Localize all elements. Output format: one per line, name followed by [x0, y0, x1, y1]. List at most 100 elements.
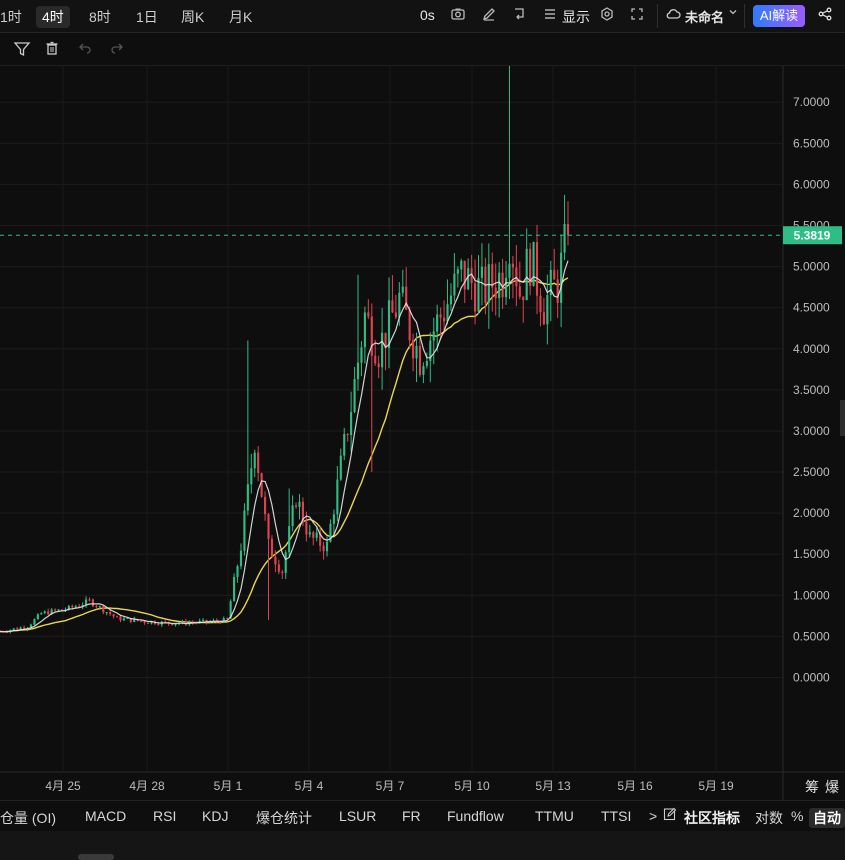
timeframe-month[interactable]: 月K: [229, 7, 252, 27]
candle-body: [281, 571, 284, 573]
community-indicators[interactable]: 社区指标: [684, 808, 740, 828]
auto-scale-toggle[interactable]: 自动: [809, 808, 845, 828]
share-icon[interactable]: [816, 6, 834, 24]
resize-handle[interactable]: [78, 854, 114, 860]
filter-icon[interactable]: [13, 40, 31, 58]
replay-icon[interactable]: [510, 6, 528, 24]
candle-body: [498, 272, 501, 299]
candle-body: [277, 564, 280, 572]
undo-icon[interactable]: [76, 40, 94, 58]
candle-body: [308, 532, 311, 535]
cloud-icon: [664, 6, 682, 24]
candle-body: [43, 611, 46, 614]
edit-icon[interactable]: [661, 807, 679, 825]
x-tick-label: 5月 4: [295, 779, 324, 793]
camera-icon[interactable]: [449, 6, 467, 24]
indicator-kdj[interactable]: KDJ: [202, 808, 228, 824]
candle-body: [336, 479, 339, 515]
candle-body: [322, 545, 325, 552]
candle-body: [532, 242, 535, 286]
timeframe-1d[interactable]: 1日: [136, 7, 158, 27]
panel-collapse-handle[interactable]: [840, 400, 845, 436]
display-button[interactable]: 显示: [562, 7, 590, 27]
timeframe-week[interactable]: 周K: [181, 7, 204, 27]
drawing-toolbar: [0, 33, 845, 66]
percent-scale-toggle[interactable]: %: [791, 808, 803, 824]
candle-body: [284, 552, 287, 573]
indicator-lsur[interactable]: LSUR: [339, 808, 376, 824]
y-tick-label: 1.0000: [793, 588, 830, 602]
candle-body: [439, 314, 442, 318]
y-tick-label: 1.5000: [793, 547, 830, 561]
x-tick-label: 5月 16: [617, 779, 653, 793]
candle-body: [418, 345, 422, 375]
indicator-ttsi[interactable]: TTSI: [601, 808, 631, 824]
candle-body: [542, 312, 545, 325]
candle-body: [250, 468, 253, 485]
indicator-fundflow[interactable]: Fundflow: [447, 808, 504, 824]
x-tick-label: 5月 13: [535, 779, 571, 793]
y-tick-label: 4.0000: [793, 342, 830, 356]
candle-body: [16, 628, 19, 630]
candle-body: [174, 623, 177, 626]
candle-body: [391, 300, 394, 313]
candle-body: [263, 496, 267, 515]
candle-body: [305, 522, 308, 535]
candle-body: [119, 616, 122, 621]
axis-side-label: 筹: [805, 779, 819, 795]
candle-body: [553, 269, 556, 280]
candle-body: [294, 505, 298, 507]
timeframe-1h[interactable]: 1时: [0, 7, 22, 27]
indicator-liquidation[interactable]: 爆仓统计: [256, 808, 312, 828]
layout-name[interactable]: 未命名: [685, 7, 724, 26]
timeframe-4h[interactable]: 4时: [36, 6, 70, 28]
candle-body: [233, 577, 236, 602]
candle-body: [325, 541, 329, 552]
candle-body: [467, 268, 470, 290]
candle-body: [122, 618, 125, 621]
candle-body: [387, 300, 391, 348]
candle-body: [239, 550, 243, 567]
candlestick-chart[interactable]: 8.00007.50007.00006.50006.00005.50005.00…: [0, 66, 845, 800]
candle-body: [432, 331, 435, 341]
y-tick-label: 4.5000: [793, 301, 830, 315]
y-tick-label: 6.5000: [793, 136, 830, 150]
menu-icon[interactable]: [541, 6, 559, 24]
timeframe-8h[interactable]: 8时: [89, 7, 111, 27]
candle-body: [377, 363, 380, 368]
candle-body: [88, 599, 91, 601]
indicator-macd[interactable]: MACD: [85, 808, 126, 824]
candle-body: [74, 606, 77, 608]
candle-body: [556, 279, 559, 303]
candle-body: [504, 277, 508, 298]
indicator-oi[interactable]: 仓量 (OI): [0, 808, 56, 828]
candle-body: [363, 312, 366, 348]
trash-icon[interactable]: [43, 40, 61, 58]
ai-interpret-button[interactable]: AI解读: [753, 5, 805, 27]
indicator-rsi[interactable]: RSI: [153, 808, 176, 824]
log-scale-toggle[interactable]: 对数: [755, 808, 783, 828]
y-tick-label: 0.0000: [793, 671, 830, 685]
more-indicators-button[interactable]: >: [649, 808, 657, 824]
candle-body: [436, 314, 439, 332]
indicator-fr[interactable]: FR: [402, 808, 421, 824]
candle-body: [525, 248, 528, 301]
fullscreen-icon[interactable]: [628, 6, 646, 24]
indicator-ttmu[interactable]: TTMU: [535, 808, 574, 824]
candle-body: [381, 332, 384, 368]
settings-icon[interactable]: [598, 6, 616, 24]
candle-body: [257, 452, 260, 474]
candle-body: [453, 273, 456, 296]
candle-body: [253, 452, 256, 469]
x-tick-label: 5月 7: [376, 779, 405, 793]
redo-icon[interactable]: [108, 40, 126, 58]
y-tick-label: 5.0000: [793, 260, 830, 274]
pencil-icon[interactable]: [480, 6, 498, 24]
y-tick-label: 6.0000: [793, 177, 830, 191]
candle-body: [367, 312, 370, 317]
chevron-down-icon[interactable]: [724, 6, 742, 24]
candle-body: [54, 609, 57, 611]
candle-body: [298, 501, 301, 507]
candle-body: [494, 287, 497, 299]
y-tick-label: 0.5000: [793, 629, 830, 643]
